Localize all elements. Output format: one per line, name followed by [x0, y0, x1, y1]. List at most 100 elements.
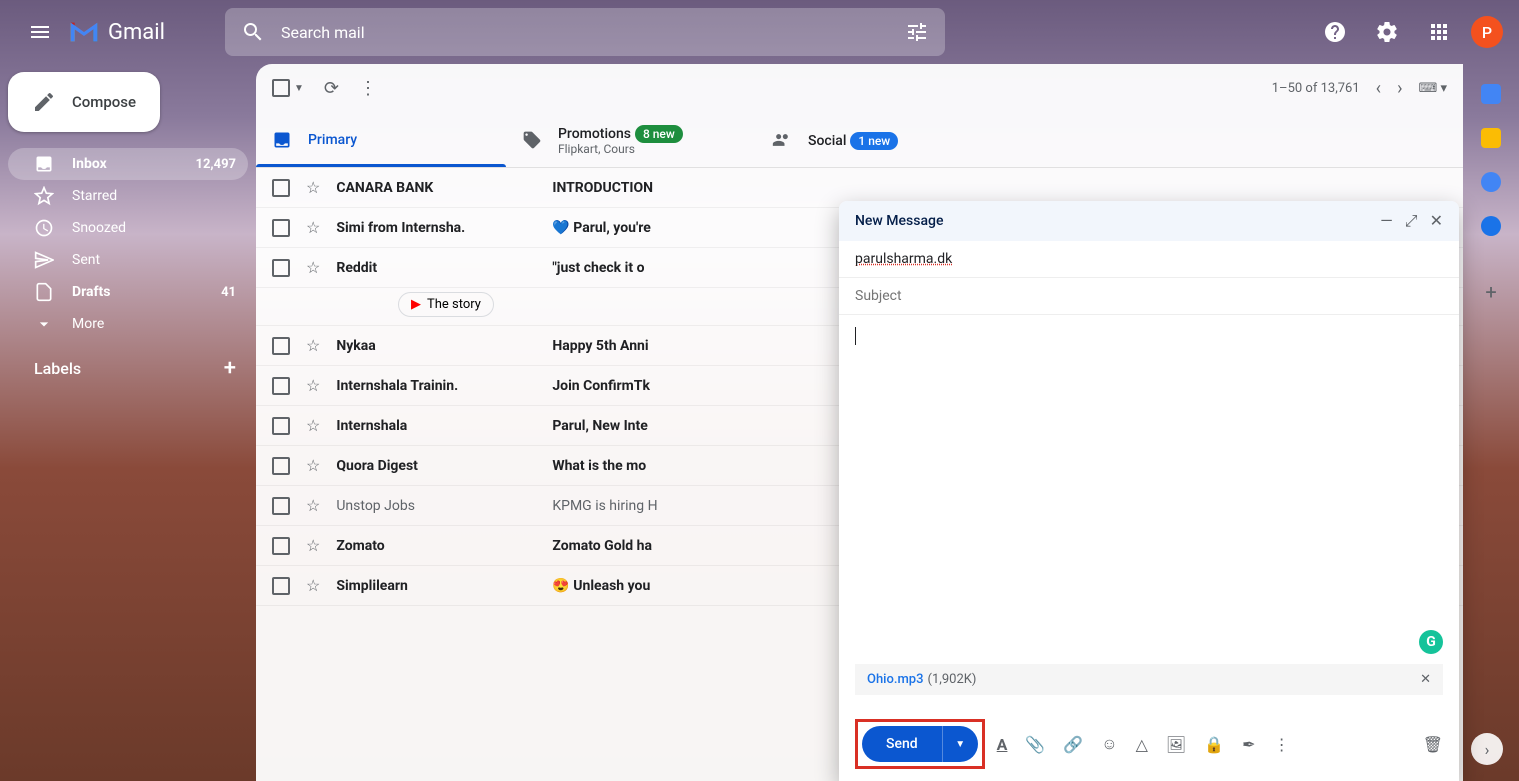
- star-icon[interactable]: ☆: [306, 258, 320, 277]
- attachment-name[interactable]: Ohio.mp3: [867, 672, 924, 687]
- close-button[interactable]: ✕: [1430, 211, 1443, 231]
- tab-primary[interactable]: Primary: [256, 112, 506, 167]
- signature-icon[interactable]: ✒: [1242, 735, 1255, 754]
- email-sender: Simplilearn: [336, 578, 536, 594]
- email-sender: Internshala: [336, 418, 536, 434]
- email-subject: KPMG is hiring H: [552, 498, 657, 514]
- discard-draft-button[interactable]: 🗑: [1423, 735, 1443, 754]
- refresh-button[interactable]: ⟳: [324, 78, 339, 99]
- email-subject: 💙 Parul, you're: [552, 220, 650, 236]
- recipients-field[interactable]: parulsharma.dk: [839, 241, 1459, 278]
- nav-snoozed[interactable]: Snoozed: [8, 212, 248, 244]
- more-button[interactable]: ⋮: [359, 78, 377, 99]
- email-checkbox[interactable]: [272, 457, 290, 475]
- email-sender: Zomato: [336, 538, 536, 554]
- subject-input[interactable]: [855, 288, 1443, 304]
- tasks-app-icon[interactable]: [1481, 172, 1501, 192]
- compose-body[interactable]: G: [839, 315, 1459, 664]
- send-options-button[interactable]: ▼: [942, 726, 978, 762]
- link-icon[interactable]: 🔗: [1063, 735, 1083, 754]
- apps-button[interactable]: [1419, 12, 1459, 52]
- main-menu-button[interactable]: [16, 8, 64, 56]
- emoji-icon[interactable]: ☺: [1101, 734, 1117, 754]
- email-sender: Internshala Trainin.: [336, 378, 536, 394]
- tag-icon: [522, 130, 542, 150]
- compose-label: Compose: [72, 93, 136, 111]
- select-all-checkbox[interactable]: [272, 79, 290, 97]
- search-options-icon[interactable]: [905, 20, 929, 44]
- email-checkbox[interactable]: [272, 377, 290, 395]
- support-button[interactable]: [1315, 12, 1355, 52]
- email-checkbox[interactable]: [272, 179, 290, 197]
- star-icon[interactable]: ☆: [306, 576, 320, 595]
- grammarly-icon[interactable]: G: [1419, 630, 1443, 654]
- minimize-button[interactable]: —: [1380, 211, 1393, 231]
- email-checkbox[interactable]: [272, 337, 290, 355]
- email-checkbox[interactable]: [272, 497, 290, 515]
- compose-window: New Message — ⤢ ✕ parulsharma.dk G Ohio.…: [839, 201, 1459, 781]
- email-sender: Quora Digest: [336, 458, 536, 474]
- prev-page-button[interactable]: ‹: [1376, 78, 1381, 99]
- image-icon[interactable]: 🖼: [1166, 735, 1186, 754]
- star-icon[interactable]: ☆: [306, 178, 320, 197]
- subject-field[interactable]: [839, 278, 1459, 315]
- star-icon[interactable]: ☆: [306, 536, 320, 555]
- nav-inbox[interactable]: Inbox 12,497: [8, 148, 248, 180]
- email-checkbox[interactable]: [272, 537, 290, 555]
- email-checkbox[interactable]: [272, 219, 290, 237]
- settings-button[interactable]: [1367, 12, 1407, 52]
- input-tools-button[interactable]: ⌨ ▾: [1418, 81, 1447, 96]
- add-app-button[interactable]: +: [1485, 280, 1496, 304]
- toolbar: ▼ ⟳ ⋮ 1–50 of 13,761 ‹ › ⌨ ▾: [256, 64, 1463, 112]
- star-icon[interactable]: ☆: [306, 218, 320, 237]
- attach-icon[interactable]: 📎: [1025, 735, 1045, 754]
- email-checkbox[interactable]: [272, 259, 290, 277]
- star-icon[interactable]: ☆: [306, 336, 320, 355]
- email-subject: What is the mo: [552, 458, 646, 474]
- keep-app-icon[interactable]: [1481, 128, 1501, 148]
- star-icon[interactable]: ☆: [306, 496, 320, 515]
- show-side-panel-button[interactable]: ›: [1471, 733, 1503, 765]
- compose-button[interactable]: Compose: [8, 72, 160, 132]
- header: Gmail P: [0, 0, 1519, 64]
- email-checkbox[interactable]: [272, 417, 290, 435]
- star-icon[interactable]: ☆: [306, 456, 320, 475]
- app-name: Gmail: [108, 20, 165, 45]
- compose-footer: Send ▼ A 📎 🔗 ☺ △ 🖼 🔒 ✒ ⋮ 🗑: [839, 707, 1459, 781]
- compose-header[interactable]: New Message — ⤢ ✕: [839, 201, 1459, 241]
- confidential-icon[interactable]: 🔒: [1204, 735, 1224, 754]
- nav-more[interactable]: More: [8, 308, 248, 340]
- star-icon[interactable]: ☆: [306, 376, 320, 395]
- nav-sent[interactable]: Sent: [8, 244, 248, 276]
- chevron-down-icon: [34, 314, 54, 334]
- add-label-button[interactable]: +: [224, 356, 236, 381]
- nav-starred[interactable]: Starred: [8, 180, 248, 212]
- drive-icon[interactable]: △: [1136, 735, 1148, 754]
- attachment-chip[interactable]: ▶ The story: [398, 292, 494, 317]
- tab-promotions[interactable]: Promotions 8 new Flipkart, Cours: [506, 112, 756, 167]
- remove-attachment-button[interactable]: ✕: [1420, 672, 1431, 687]
- inbox-icon: [34, 154, 54, 174]
- format-icon[interactable]: A: [997, 735, 1008, 754]
- search-icon: [241, 20, 265, 44]
- compose-title: New Message: [855, 213, 943, 229]
- next-page-button[interactable]: ›: [1397, 78, 1402, 99]
- more-options-icon[interactable]: ⋮: [1274, 735, 1290, 754]
- account-avatar[interactable]: P: [1471, 16, 1503, 48]
- calendar-app-icon[interactable]: [1481, 84, 1501, 104]
- contacts-app-icon[interactable]: [1481, 216, 1501, 236]
- attachment-row: Ohio.mp3 (1,902K) ✕: [855, 664, 1443, 695]
- fullscreen-button[interactable]: ⤢: [1405, 211, 1418, 231]
- nav-drafts[interactable]: Drafts 41: [8, 276, 248, 308]
- search-box[interactable]: [225, 8, 945, 56]
- email-sender: Simi from Internsha.: [336, 220, 536, 236]
- star-icon[interactable]: ☆: [306, 416, 320, 435]
- tab-social[interactable]: Social 1 new: [756, 112, 1006, 167]
- header-actions: P: [1315, 12, 1503, 52]
- search-input[interactable]: [281, 23, 889, 42]
- email-checkbox[interactable]: [272, 577, 290, 595]
- select-dropdown[interactable]: ▼: [294, 83, 304, 94]
- star-icon: [34, 186, 54, 206]
- send-button[interactable]: Send: [862, 726, 942, 762]
- gmail-logo[interactable]: Gmail: [68, 20, 165, 45]
